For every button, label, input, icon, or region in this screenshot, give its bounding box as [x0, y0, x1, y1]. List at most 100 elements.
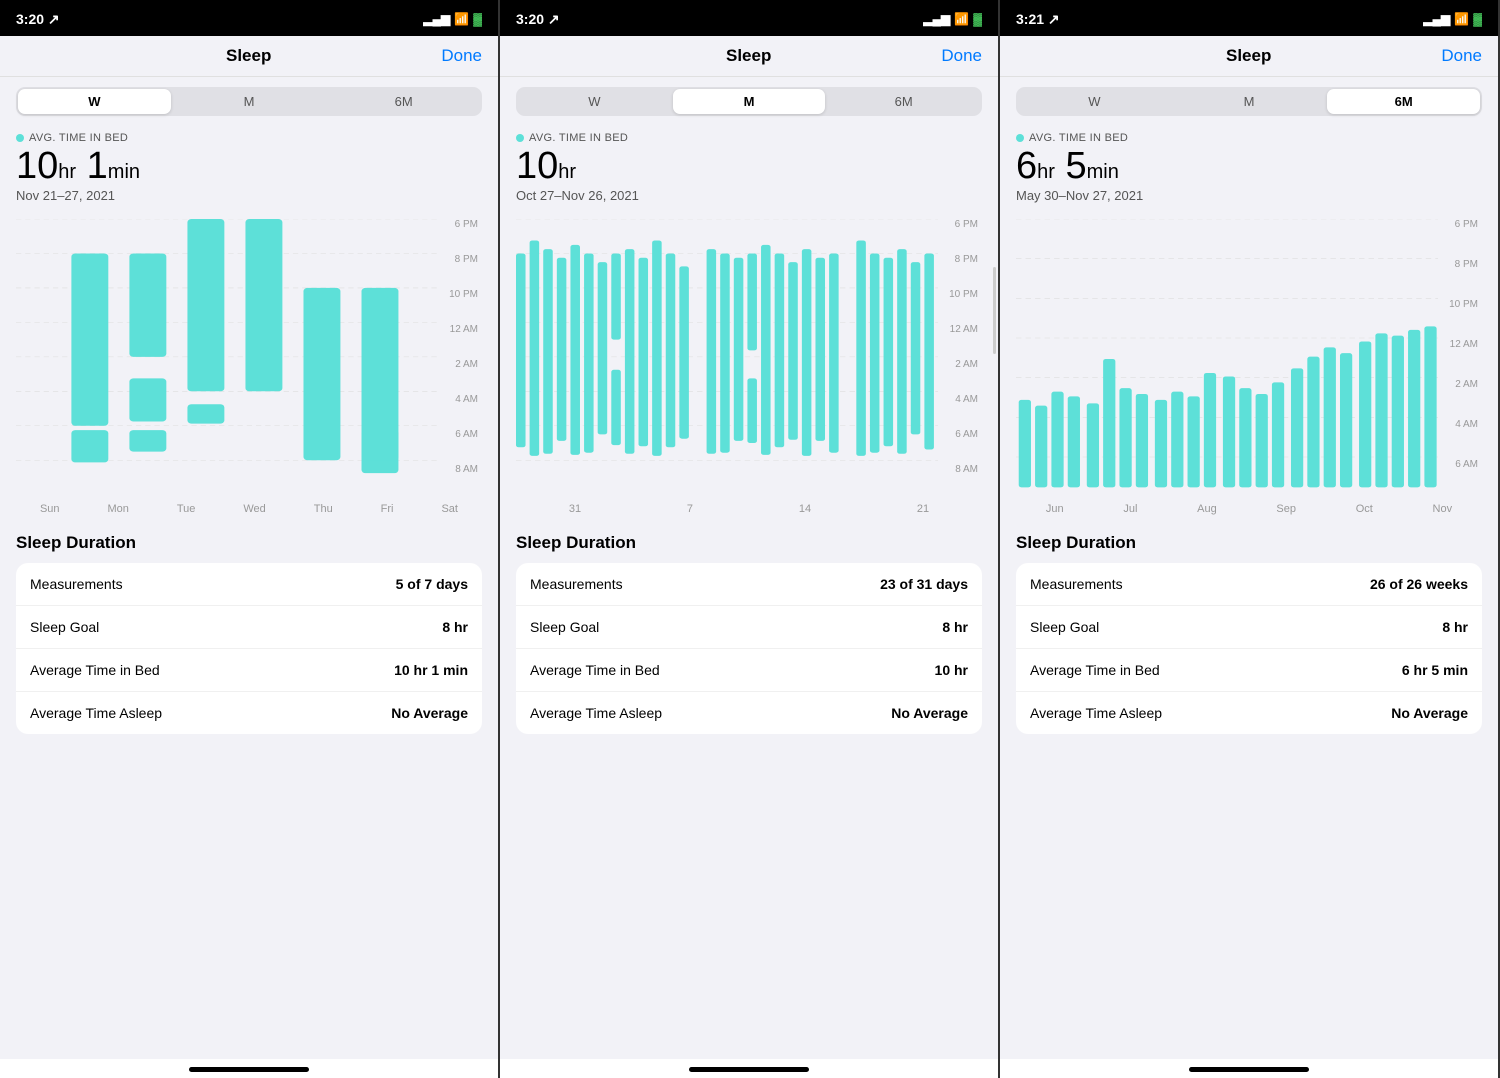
- segment-6m-2[interactable]: 6M: [827, 89, 980, 114]
- done-button-3[interactable]: Done: [1441, 46, 1482, 66]
- x-label-mon: Mon: [108, 503, 129, 515]
- time-6pm-3: 6 PM: [1438, 219, 1482, 259]
- segment-w-1[interactable]: W: [18, 89, 171, 114]
- x-label-oct: Oct: [1356, 503, 1373, 515]
- x-axis-3: Jun Jul Aug Sep Oct Nov: [1000, 499, 1498, 521]
- chart-2: 6 PM 8 PM 10 PM 12 AM 2 AM 4 AM 6 AM 8 A…: [500, 209, 998, 499]
- done-button-2[interactable]: Done: [941, 46, 982, 66]
- time-8pm-1: 8 PM: [438, 254, 482, 289]
- time-10pm-3: 10 PM: [1438, 299, 1482, 339]
- segment-w-2[interactable]: W: [518, 89, 671, 114]
- time-8am-2: 8 AM: [938, 464, 982, 499]
- segment-control-3: W M 6M: [1016, 87, 1482, 116]
- nav-header-3: Sleep Done: [1000, 36, 1498, 77]
- time-6am-3: 6 AM: [1438, 459, 1482, 499]
- x-label-tue: Tue: [177, 503, 196, 515]
- stat-row-avgbed-1: Average Time in Bed 10 hr 1 min: [16, 649, 482, 692]
- date-range-1: Nov 21–27, 2021: [16, 188, 482, 203]
- time-4am-1: 4 AM: [438, 394, 482, 429]
- stat-row-avgbed-3: Average Time in Bed 6 hr 5 min: [1016, 649, 1482, 692]
- stat-label-measurements-1: Measurements: [30, 576, 123, 592]
- stat-label-avgbed-3: Average Time in Bed: [1030, 662, 1160, 678]
- segment-6m-3[interactable]: 6M: [1327, 89, 1480, 114]
- time-2am-2: 2 AM: [938, 359, 982, 394]
- stats-card-1: Measurements 5 of 7 days Sleep Goal 8 hr…: [16, 563, 482, 734]
- x-label-wed: Wed: [243, 503, 265, 515]
- chart-section-2: AVG. TIME IN BED 10hr Oct 27–Nov 26, 202…: [500, 122, 998, 209]
- x-label-sep: Sep: [1276, 503, 1296, 515]
- stat-label-goal-1: Sleep Goal: [30, 619, 99, 635]
- stat-value-avgsleep-2: No Average: [891, 705, 968, 721]
- segment-w-3[interactable]: W: [1018, 89, 1171, 114]
- time-axis-2: 6 PM 8 PM 10 PM 12 AM 2 AM 4 AM 6 AM 8 A…: [938, 209, 982, 499]
- segment-6m-1[interactable]: 6M: [327, 89, 480, 114]
- home-indicator-2: [500, 1059, 998, 1078]
- chart-section-3: AVG. TIME IN BED 6hr 5min May 30–Nov 27,…: [1000, 122, 1498, 209]
- wifi-icon-2: 📶: [954, 12, 969, 26]
- avg-text-3: AVG. TIME IN BED: [1029, 132, 1128, 144]
- bars-1: [16, 209, 438, 499]
- wifi-icon-1: 📶: [454, 12, 469, 26]
- stat-row-avgsleep-3: Average Time Asleep No Average: [1016, 692, 1482, 734]
- time-2am-1: 2 AM: [438, 359, 482, 394]
- x-label-jul: Jul: [1123, 503, 1137, 515]
- segment-m-1[interactable]: M: [173, 89, 326, 114]
- stat-label-avgsleep-2: Average Time Asleep: [530, 705, 662, 721]
- screen-weekly: 3:20 ↗ ▂▄▆ 📶 ▓ Sleep Done W M 6M AVG. TI…: [0, 0, 500, 1078]
- stat-label-avgbed-2: Average Time in Bed: [530, 662, 660, 678]
- segment-m-3[interactable]: M: [1173, 89, 1326, 114]
- x-label-sat: Sat: [441, 503, 458, 515]
- stats-section-2: Sleep Duration Measurements 23 of 31 day…: [500, 521, 998, 1059]
- stat-value-avgsleep-3: No Average: [1391, 705, 1468, 721]
- stats-card-2: Measurements 23 of 31 days Sleep Goal 8 …: [516, 563, 982, 734]
- avg-label-2: AVG. TIME IN BED: [516, 132, 982, 144]
- big-value-3: 6hr 5min: [1016, 146, 1482, 188]
- stat-row-avgsleep-1: Average Time Asleep No Average: [16, 692, 482, 734]
- stat-value-measurements-1: 5 of 7 days: [396, 576, 468, 592]
- stat-label-goal-2: Sleep Goal: [530, 619, 599, 635]
- avg-label-1: AVG. TIME IN BED: [16, 132, 482, 144]
- avg-text-1: AVG. TIME IN BED: [29, 132, 128, 144]
- stat-label-measurements-2: Measurements: [530, 576, 623, 592]
- time-4am-2: 4 AM: [938, 394, 982, 429]
- home-indicator-1: [0, 1059, 498, 1078]
- nav-title-2: Sleep: [726, 46, 771, 66]
- scrollbar-2: [993, 267, 996, 354]
- stat-row-measurements-2: Measurements 23 of 31 days: [516, 563, 982, 606]
- avg-dot-3: [1016, 134, 1024, 142]
- stat-value-avgbed-1: 10 hr 1 min: [394, 662, 468, 678]
- x-label-aug: Aug: [1197, 503, 1217, 515]
- stats-title-3: Sleep Duration: [1016, 533, 1482, 553]
- home-indicator-3: [1000, 1059, 1498, 1078]
- stats-section-1: Sleep Duration Measurements 5 of 7 days …: [0, 521, 498, 1059]
- segment-control-2: W M 6M: [516, 87, 982, 116]
- x-label-21: 21: [917, 503, 929, 515]
- big-value-1: 10hr 1min: [16, 146, 482, 188]
- time-12am-1: 12 AM: [438, 324, 482, 359]
- time-10pm-1: 10 PM: [438, 289, 482, 324]
- time-3: 3:21 ↗: [1016, 11, 1060, 28]
- x-axis-2: 31 7 14 21: [500, 499, 998, 521]
- segment-wrapper-2: W M 6M: [500, 77, 998, 122]
- avg-dot-2: [516, 134, 524, 142]
- time-12am-3: 12 AM: [1438, 339, 1482, 379]
- time-1: 3:20 ↗: [16, 11, 60, 28]
- time-axis-1: 6 PM 8 PM 10 PM 12 AM 2 AM 4 AM 6 AM 8 A…: [438, 209, 482, 499]
- x-label-fri: Fri: [381, 503, 394, 515]
- done-button-1[interactable]: Done: [441, 46, 482, 66]
- time-12am-2: 12 AM: [938, 324, 982, 359]
- time-10pm-2: 10 PM: [938, 289, 982, 324]
- status-icons-3: ▂▄▆ 📶 ▓: [1423, 12, 1482, 26]
- stat-value-avgbed-2: 10 hr: [935, 662, 968, 678]
- date-range-2: Oct 27–Nov 26, 2021: [516, 188, 982, 203]
- stat-label-avgsleep-3: Average Time Asleep: [1030, 705, 1162, 721]
- stat-row-avgbed-2: Average Time in Bed 10 hr: [516, 649, 982, 692]
- time-2: 3:20 ↗: [516, 11, 560, 28]
- time-6am-1: 6 AM: [438, 429, 482, 464]
- stat-label-goal-3: Sleep Goal: [1030, 619, 1099, 635]
- time-4am-3: 4 AM: [1438, 419, 1482, 459]
- stat-value-measurements-3: 26 of 26 weeks: [1370, 576, 1468, 592]
- stat-value-measurements-2: 23 of 31 days: [880, 576, 968, 592]
- stats-card-3: Measurements 26 of 26 weeks Sleep Goal 8…: [1016, 563, 1482, 734]
- segment-m-2[interactable]: M: [673, 89, 826, 114]
